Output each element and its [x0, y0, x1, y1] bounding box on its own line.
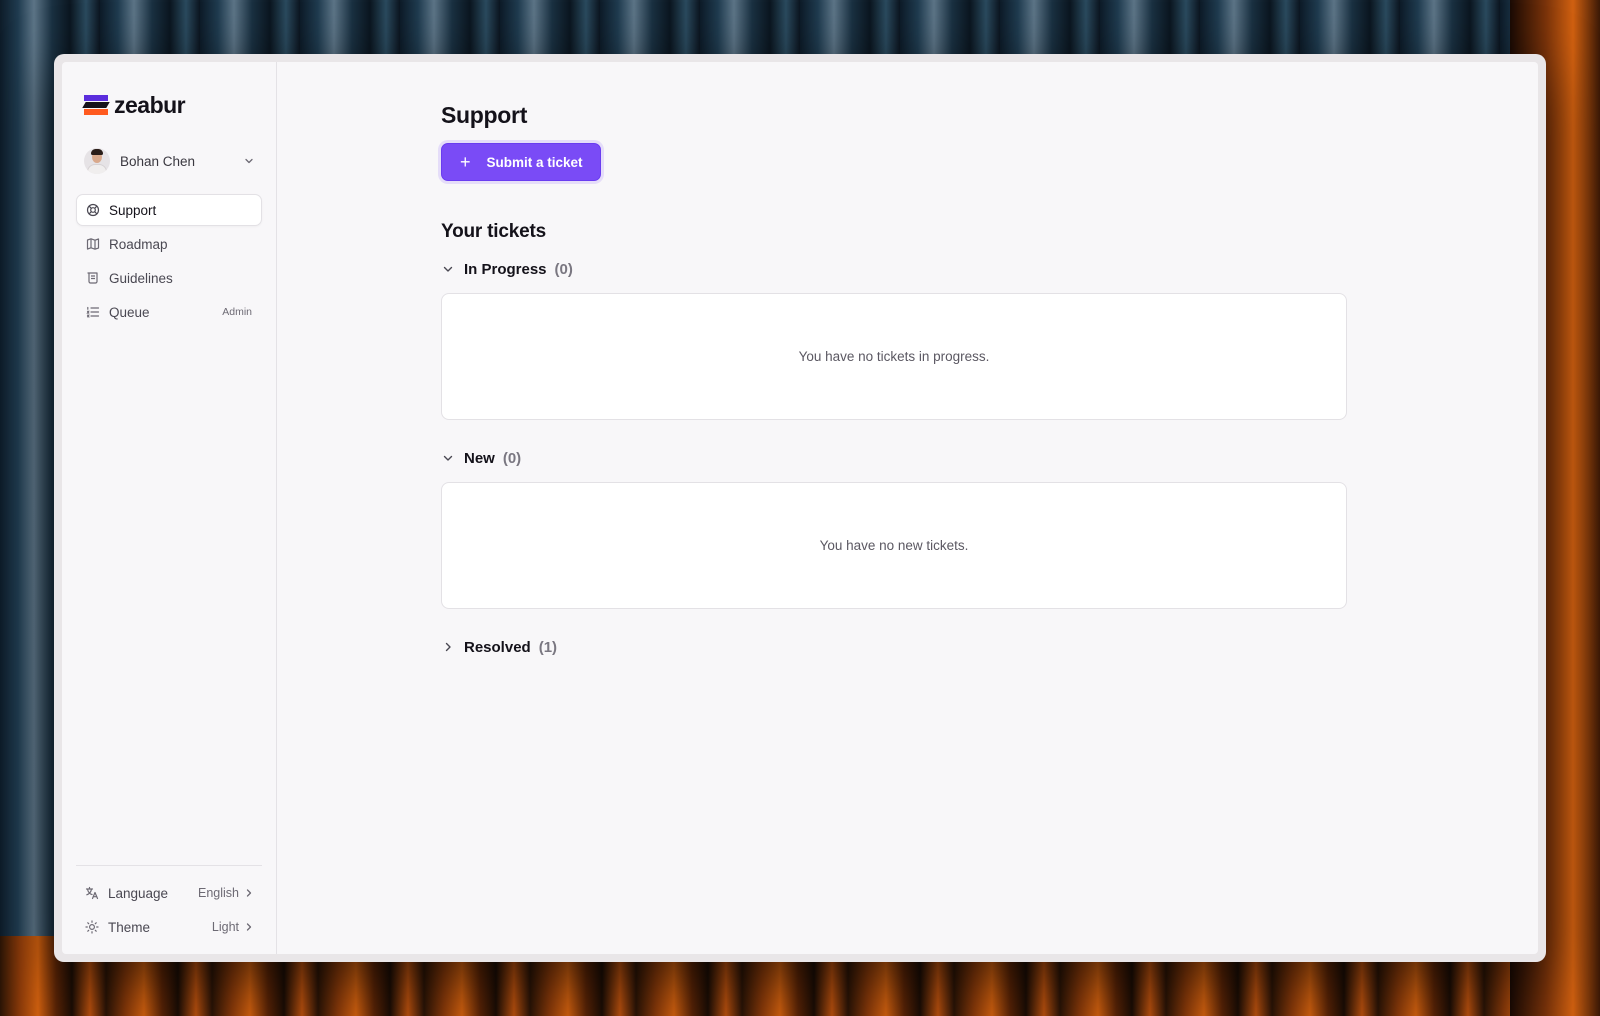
sidebar-item-label: Queue: [109, 304, 150, 320]
group-toggle-new[interactable]: New (0): [441, 446, 1347, 470]
scroll-icon: [86, 271, 100, 285]
sun-icon: [85, 920, 99, 934]
sidebar-nav: Support Roadmap Guidelines Queue Admin: [76, 194, 262, 328]
group-label: Resolved: [464, 638, 531, 656]
language-label: Language: [108, 885, 169, 901]
group-count: (0): [502, 449, 522, 467]
chevron-down-icon: [441, 262, 455, 276]
theme-label: Theme: [108, 919, 151, 935]
page-title: Support: [441, 102, 528, 128]
chevron-down-icon: [441, 451, 455, 465]
tickets-section-title: Your tickets: [441, 221, 546, 242]
language-setting[interactable]: Language English: [76, 876, 262, 910]
user-name: Bohan Chen: [120, 153, 196, 169]
submit-ticket-label: Submit a ticket: [486, 154, 583, 170]
group-label: New: [464, 449, 495, 467]
avatar: [84, 148, 110, 174]
main-content: Support + Submit a ticket Your tickets I…: [277, 62, 1538, 954]
group-toggle-in-progress[interactable]: In Progress (0): [441, 257, 1347, 281]
group-count: (1): [538, 638, 558, 656]
language-value: English: [198, 886, 239, 900]
chevron-right-icon: [441, 640, 455, 654]
submit-ticket-button[interactable]: + Submit a ticket: [441, 143, 601, 181]
empty-state-text: You have no new tickets.: [819, 538, 969, 553]
browser-window: zeabur Bohan Chen Support Roadmap Guidel…: [54, 54, 1546, 962]
theme-setting[interactable]: Theme Light: [76, 910, 262, 944]
sidebar-item-label: Roadmap: [109, 236, 168, 252]
admin-badge: Admin: [222, 306, 252, 318]
group-count: (0): [554, 260, 573, 278]
support-page: Support + Submit a ticket Your tickets I…: [441, 102, 1347, 659]
sidebar-item-label: Support: [109, 202, 157, 218]
sidebar-item-queue[interactable]: Queue Admin: [76, 296, 262, 328]
empty-state-in-progress: You have no tickets in progress.: [441, 293, 1347, 420]
chevron-down-icon: [244, 156, 254, 166]
group-toggle-resolved[interactable]: Resolved (1): [441, 635, 1347, 659]
sidebar-item-roadmap[interactable]: Roadmap: [76, 228, 262, 260]
translate-icon: [85, 886, 99, 900]
sidebar-item-guidelines[interactable]: Guidelines: [76, 262, 262, 294]
sidebar-item-label: Guidelines: [109, 270, 173, 286]
user-menu[interactable]: Bohan Chen: [76, 144, 262, 178]
brand-name: zeabur: [114, 91, 186, 118]
sidebar-item-support[interactable]: Support: [76, 194, 262, 226]
brand-logo[interactable]: zeabur: [76, 92, 262, 118]
app-shell: zeabur Bohan Chen Support Roadmap Guidel…: [62, 62, 1538, 954]
map-icon: [86, 237, 100, 251]
empty-state-new: You have no new tickets.: [441, 482, 1347, 609]
zeabur-logo-icon: [82, 95, 110, 115]
plus-icon: +: [460, 152, 471, 172]
empty-state-text: You have no tickets in progress.: [798, 349, 990, 364]
chevron-right-icon: [245, 886, 253, 901]
theme-value: Light: [211, 920, 239, 934]
list-icon: [86, 305, 100, 319]
sidebar: zeabur Bohan Chen Support Roadmap Guidel…: [62, 62, 277, 954]
lifebuoy-icon: [86, 203, 100, 217]
sidebar-settings: Language English Theme Light: [76, 865, 262, 954]
group-label: In Progress: [464, 260, 547, 278]
chevron-right-icon: [245, 920, 253, 935]
